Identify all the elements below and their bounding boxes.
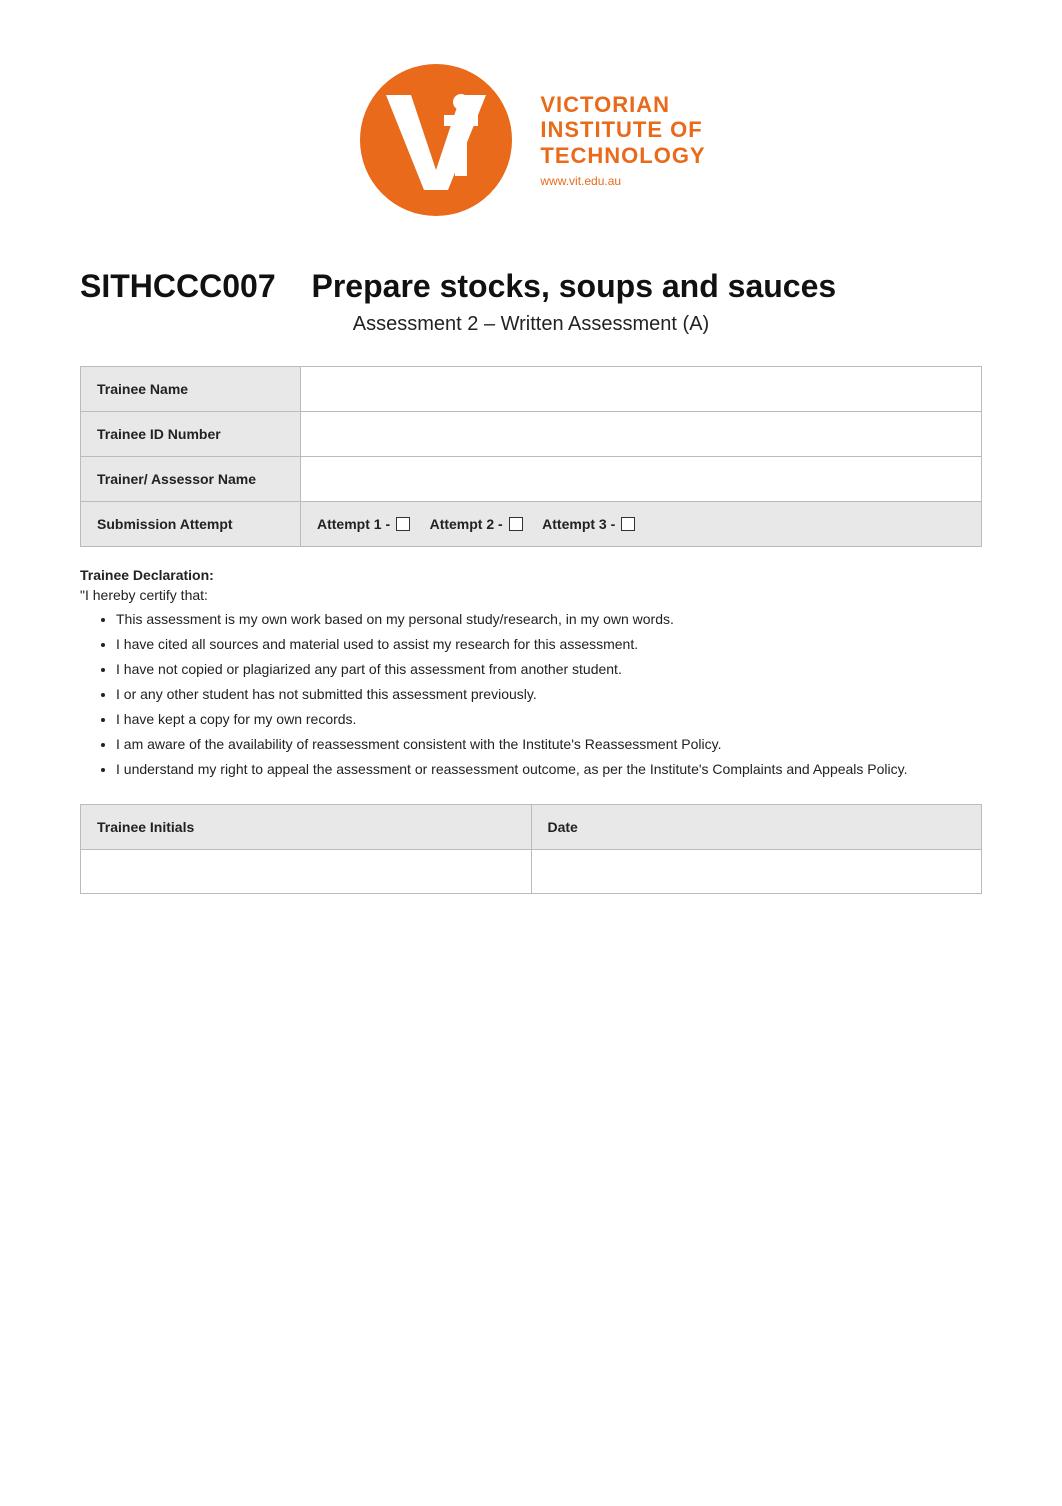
attempt3-checkbox[interactable] [621,517,635,531]
attempt1-checkbox[interactable] [396,517,410,531]
vit-logo-icon [356,60,516,220]
attempt1-label: Attempt 1 - [317,516,390,532]
info-table: Trainee Name Trainee ID Number Trainer/ … [80,366,982,547]
attempt2-item: Attempt 2 - [430,516,523,532]
list-item: I understand my right to appeal the asse… [116,759,982,780]
trainee-id-value[interactable] [301,412,982,457]
attempt1-item: Attempt 1 - [317,516,410,532]
org-name-line1: VICTORIAN [540,92,705,117]
declaration-intro: "I hereby certify that: [80,587,982,603]
course-code: SITHCCC007 [80,268,276,304]
list-item: This assessment is my own work based on … [116,609,982,630]
assessment-subtitle: Assessment 2 – Written Assessment (A) [80,313,982,336]
trainee-id-label: Trainee ID Number [81,412,301,457]
trainee-name-label: Trainee Name [81,367,301,412]
attempt1-cell: Attempt 1 - Attempt 2 - Attempt 3 - [301,502,982,547]
course-title: Prepare stocks, soups and sauces [312,268,837,304]
logo-area: VICTORIAN INSTITUTE OF TECHNOLOGY www.vi… [80,60,982,220]
list-item: I have kept a copy for my own records. [116,709,982,730]
attempt2-checkbox[interactable] [509,517,523,531]
attempt2-label: Attempt 2 - [430,516,503,532]
trainer-value[interactable] [301,457,982,502]
attempt3-item: Attempt 3 - [542,516,635,532]
attempt3-label: Attempt 3 - [542,516,615,532]
trainee-initials-value[interactable] [81,850,532,894]
signature-value-row [81,850,982,894]
list-item: I or any other student has not submitted… [116,684,982,705]
signature-label-row: Trainee Initials Date [81,805,982,850]
trainee-name-row: Trainee Name [81,367,982,412]
submission-attempt-row: Submission Attempt Attempt 1 - Attempt 2… [81,502,982,547]
title-row: SITHCCC007 Prepare stocks, soups and sau… [80,268,982,305]
org-url: www.vit.edu.au [540,174,705,188]
declaration-section: Trainee Declaration: "I hereby certify t… [80,567,982,780]
trainer-name-row: Trainer/ Assessor Name [81,457,982,502]
declaration-list: This assessment is my own work based on … [116,609,982,780]
trainee-name-value[interactable] [301,367,982,412]
signature-table: Trainee Initials Date [80,804,982,894]
list-item: I am aware of the availability of reasse… [116,734,982,755]
submission-label: Submission Attempt [81,502,301,547]
trainee-id-row: Trainee ID Number [81,412,982,457]
org-text-logo: VICTORIAN INSTITUTE OF TECHNOLOGY www.vi… [540,92,705,188]
org-name-line3: TECHNOLOGY [540,143,705,168]
trainer-label: Trainer/ Assessor Name [81,457,301,502]
list-item: I have cited all sources and material us… [116,634,982,655]
org-name-line2: INSTITUTE OF [540,117,705,142]
list-item: I have not copied or plagiarized any par… [116,659,982,680]
date-value[interactable] [531,850,982,894]
date-label: Date [531,805,982,850]
declaration-title: Trainee Declaration: [80,567,982,583]
trainee-initials-label: Trainee Initials [81,805,532,850]
